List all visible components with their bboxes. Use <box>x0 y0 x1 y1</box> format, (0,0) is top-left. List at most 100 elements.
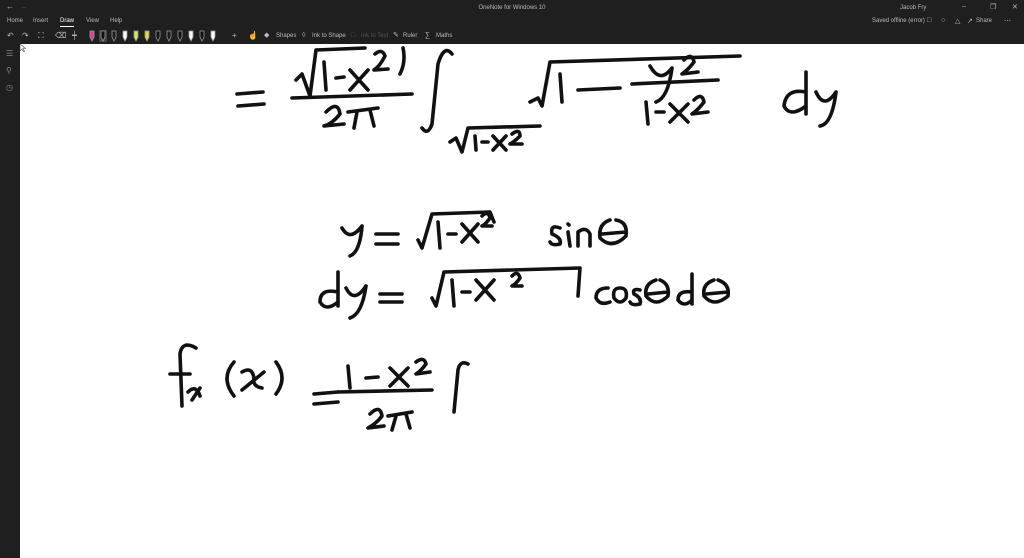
ruler-button[interactable]: Ruler <box>403 33 417 39</box>
sticky-notes-icon[interactable]: □ <box>927 17 931 24</box>
ink-to-shape-icon: ◊ <box>302 32 306 39</box>
pen-10[interactable] <box>187 30 195 42</box>
page-canvas[interactable] <box>20 44 1024 558</box>
pen-icon <box>177 30 183 42</box>
navigation-sidebar: ☰ ⚲ ◷ <box>0 44 20 558</box>
equals-sign-3 <box>378 292 404 304</box>
pen-5[interactable] <box>132 30 140 42</box>
x-b <box>460 222 480 244</box>
pen-icon <box>155 30 161 42</box>
user-name[interactable]: Jacob Fry <box>900 5 926 11</box>
share-button[interactable]: Share <box>976 18 992 24</box>
insert-space-button[interactable]: ┿ <box>72 31 77 41</box>
share-icon[interactable]: ↗ <box>967 17 973 25</box>
equals-sign <box>235 90 266 108</box>
pen-icon <box>122 30 128 42</box>
equals-sign-2 <box>374 232 400 246</box>
pen-4[interactable] <box>121 30 129 42</box>
close-button[interactable]: ✕ <box>1012 3 1018 11</box>
more-icon[interactable]: ⋯ <box>1004 17 1011 25</box>
pen-2[interactable] <box>99 30 107 42</box>
equation-line-1 <box>235 46 838 154</box>
x-c <box>474 278 496 302</box>
tab-help[interactable]: Help <box>110 18 122 24</box>
ink-to-shape-button[interactable]: Ink to Shape <box>312 33 346 39</box>
lower-limit-terms <box>473 129 524 152</box>
num-1 <box>346 364 352 390</box>
y-var <box>340 224 364 258</box>
glyph-1c <box>450 278 456 308</box>
pen-11[interactable] <box>198 30 206 42</box>
d-3 <box>318 270 340 309</box>
bell-icon[interactable]: △ <box>955 17 960 25</box>
minimize-button[interactable]: – <box>962 3 966 10</box>
pen-icon <box>111 30 117 42</box>
close-paren <box>274 360 284 396</box>
app-title: OneNote for Windows 10 <box>478 5 546 11</box>
recent-icon[interactable]: ◷ <box>6 83 13 92</box>
maximize-button[interactable]: ❐ <box>990 3 996 11</box>
y-3 <box>344 284 368 320</box>
glyph-exp2 <box>372 49 390 72</box>
theta-4 <box>701 278 731 304</box>
ruler-icon: ✎ <box>393 32 399 39</box>
exp2-c <box>510 271 524 288</box>
num-minus <box>364 375 380 380</box>
bulb-icon[interactable]: ○ <box>941 17 945 24</box>
fraction-bar-4 <box>336 388 434 394</box>
maths-button[interactable]: Maths <box>436 33 452 39</box>
dy-d <box>782 70 808 116</box>
exp2-b <box>480 211 494 228</box>
title-bar: ← → OneNote for Windows 10 Jacob Fry – ❐… <box>0 0 1024 16</box>
pen-icon <box>188 30 194 42</box>
maths-icon: ∑ <box>425 32 430 39</box>
pen-6[interactable] <box>143 30 151 42</box>
eraser-button[interactable]: ⌫ <box>55 31 66 41</box>
touch-draw-icon[interactable]: ☝ <box>248 31 258 41</box>
ink-to-text-button[interactable]: Ink to Text <box>361 33 388 39</box>
equation-line-3 <box>318 266 731 320</box>
pen-8[interactable] <box>165 30 173 42</box>
mouse-cursor-icon <box>20 44 26 52</box>
glyph-1b <box>436 220 442 250</box>
pen-9[interactable] <box>176 30 184 42</box>
pen-icon <box>210 30 216 42</box>
pen-7[interactable] <box>154 30 162 42</box>
pen-3[interactable] <box>110 30 118 42</box>
dy-y <box>814 90 838 128</box>
sin <box>548 222 592 248</box>
ink-layer <box>168 46 838 432</box>
shapes-button[interactable]: Shapes <box>276 33 296 39</box>
radical-sign <box>294 46 367 98</box>
equals-sign-4 <box>312 390 340 406</box>
ribbon-tabs: Home Insert Draw View Help Saved offline… <box>0 16 1024 28</box>
inner-1 <box>558 72 564 104</box>
glyph-pi <box>346 106 380 130</box>
pen-1[interactable] <box>88 30 96 42</box>
glyph-2 <box>322 104 346 128</box>
num-exp2 <box>414 357 432 376</box>
ink-to-text-icon: □ <box>351 32 356 39</box>
tab-draw[interactable]: Draw <box>60 18 75 27</box>
tab-home[interactable]: Home <box>7 18 23 24</box>
search-icon[interactable]: ⚲ <box>6 66 12 75</box>
notebooks-icon[interactable]: ☰ <box>6 49 13 58</box>
glyph-x <box>348 68 370 92</box>
tab-view[interactable]: View <box>86 18 99 24</box>
glyph-1 <box>322 60 328 92</box>
pen-12[interactable] <box>209 30 217 42</box>
pen-icon <box>89 30 95 42</box>
equation-line-2 <box>340 210 629 258</box>
undo-button[interactable]: ↶ <box>7 31 14 41</box>
add-pen-button[interactable]: + <box>232 31 237 41</box>
glyph-dash <box>334 75 346 80</box>
tab-insert[interactable]: Insert <box>33 18 48 24</box>
sync-status[interactable]: Saved offline (error) <box>872 18 925 24</box>
den-pi <box>386 410 414 432</box>
d-theta-d <box>676 272 694 306</box>
lasso-select-button[interactable]: ⛶ <box>38 31 44 41</box>
pen-icon <box>199 30 205 42</box>
theta <box>597 218 629 246</box>
redo-button[interactable]: ↷ <box>22 31 29 41</box>
inner-minus <box>576 86 622 92</box>
